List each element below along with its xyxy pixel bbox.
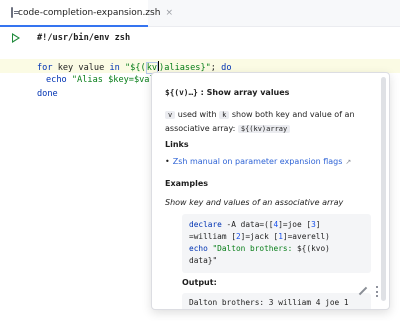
example-description: Show key and values of an associative ar… — [165, 198, 344, 207]
doc-header-text: : Show array values — [197, 88, 290, 97]
popup-toolbar — [358, 286, 379, 297]
examples-title: Examples — [165, 179, 209, 188]
code-line-done[interactable]: done — [37, 89, 58, 100]
close-icon[interactable]: × — [165, 8, 173, 18]
loop-vars: key value — [52, 63, 110, 73]
output-block: Dalton brothers: 3 william 4 joe 1 — [182, 293, 371, 309]
doc-header-code: ${(v)…} — [165, 88, 198, 97]
code-l2-c: ]=averell) — [282, 232, 330, 241]
code-line-echo[interactable]: echo "Alias $key=$valu — [46, 75, 160, 86]
popup-scrollbar[interactable] — [381, 77, 386, 301]
code-l2-b: ]=jack [ — [240, 232, 279, 241]
string-open: "${( — [119, 63, 146, 73]
run-icon[interactable] — [12, 33, 20, 43]
example-code-block: declare -A data=([4]=joe [3] =william [2… — [182, 214, 371, 273]
doc-header: ${(v)…} : Show array values — [165, 87, 289, 98]
keyword-echo: echo — [46, 75, 67, 85]
doc-description: v used with k show both key and value of… — [165, 108, 370, 136]
file-icon — [11, 7, 19, 18]
more-options-icon[interactable] — [376, 286, 379, 297]
editor-tab[interactable]: code-completion-expansion.zsh × — [0, 0, 173, 27]
links-title: Links — [165, 140, 189, 149]
code-l1-c: ] — [315, 220, 321, 229]
tab-label: code-completion-expansion.zsh — [18, 7, 161, 18]
manual-link-text[interactable]: Zsh manual on parameter expansion flags — [173, 157, 343, 166]
chip-v: v — [165, 111, 176, 119]
doc-text-1: used with — [175, 110, 220, 119]
code-l4: data}" — [189, 256, 218, 265]
documentation-popup: ${(v)…} : Show array values v used with … — [151, 72, 390, 310]
code-l3-str: "Dalton brothers: — [207, 244, 297, 253]
chip-kv: ${(kv)array — [237, 125, 291, 133]
editor-tab-bar: code-completion-expansion.zsh × — [0, 0, 400, 27]
code-echo: echo — [189, 244, 208, 253]
code-l3-rest: ${(kvo) — [296, 244, 330, 253]
echo-string: "Alias $key=$valu — [66, 75, 160, 85]
edit-source-icon[interactable] — [358, 287, 367, 296]
code-line-shebang[interactable]: #!/usr/bin/env zsh — [37, 33, 130, 44]
output-label: Output: — [182, 278, 217, 287]
code-l1-a: -A data=([ — [221, 220, 274, 229]
manual-link[interactable]: • Zsh manual on parameter expansion flags… — [165, 156, 351, 168]
code-declare: declare — [189, 220, 222, 229]
code-l1-b: ]=joe [ — [278, 220, 312, 229]
link-bullet: • — [165, 157, 170, 166]
chip-k: k — [219, 111, 230, 119]
keyword-for: for — [37, 63, 53, 73]
external-link-icon: ↗ — [345, 158, 352, 166]
code-l2-a: =william [ — [189, 232, 236, 241]
keyword-in: in — [109, 63, 120, 73]
